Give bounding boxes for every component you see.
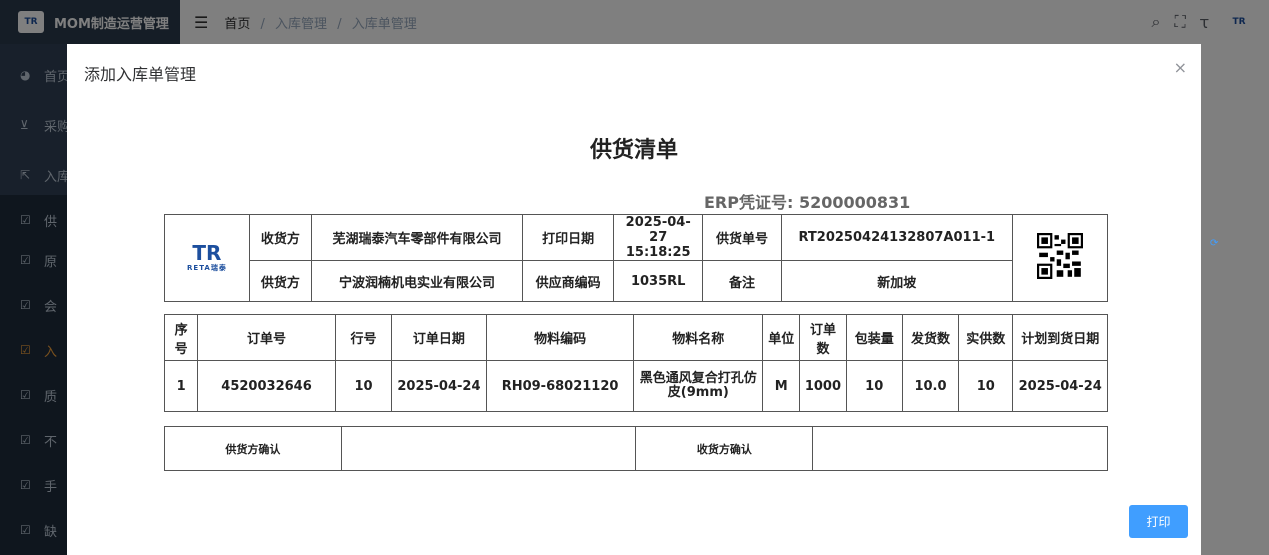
remark-value: 新加坡 (780, 260, 1013, 302)
supplier-confirm-label: 供货方确认 (164, 426, 342, 471)
cell-plan-date: 2025-04-24 (1012, 360, 1108, 412)
remark-label: 备注 (702, 260, 782, 302)
col-header: 订单数 (799, 314, 847, 361)
cell-material-name: 黑色通风复合打孔仿皮(9mm) (633, 360, 764, 412)
col-header: 计划到货日期 (1012, 314, 1108, 361)
qr-code-icon (1036, 233, 1083, 279)
col-header: 包装量 (845, 314, 903, 361)
print-date-value: 2025-04-27 15:18:25 (613, 214, 704, 261)
supplier-value: 宁波润楠机电实业有限公司 (310, 260, 524, 302)
dialog-title: 添加入库单管理 (84, 65, 197, 84)
cell-line-no: 10 (334, 360, 393, 412)
cell-order-qty: 1000 (799, 360, 847, 412)
cell-order-no: 4520032646 (197, 360, 336, 412)
receiver-value: 芜湖瑞泰汽车零部件有限公司 (310, 214, 524, 261)
table-row: 1 4520032646 10 2025-04-24 RH09-68021120… (163, 360, 1108, 412)
col-header: 订单号 (197, 314, 336, 361)
qr-code (1011, 214, 1109, 302)
col-header: 序号 (163, 314, 199, 361)
col-header: 实供数 (958, 314, 1014, 361)
add-inbound-dialog: 添加入库单管理 × 供货清单 ERP凭证号: 5200000831 TR RET… (67, 44, 1201, 555)
print-date-label: 打印日期 (522, 214, 615, 261)
supply-header-table: TR RETA瑞泰 收货方 芜湖瑞泰汽车零部件有限公司 打印日期 2025-04… (164, 214, 1109, 302)
company-logo: TR RETA瑞泰 (164, 214, 250, 302)
table-header-row: 序号 订单号 行号 订单日期 物料编码 物料名称 单位 订单数 包装量 发货数 … (163, 314, 1108, 361)
receiver-confirm-signature (812, 426, 1108, 471)
cell-ship-qty: 10.0 (901, 360, 960, 412)
supplier-code-label: 供应商编码 (522, 260, 615, 302)
supply-no-value: RT20250424132807A011-1 (780, 214, 1013, 261)
cell-pack-qty: 10 (845, 360, 903, 412)
cell-unit: M (762, 360, 801, 412)
print-button[interactable]: 打印 (1129, 505, 1188, 538)
supplier-confirm-signature (340, 426, 637, 471)
receiver-confirm-label: 收货方确认 (635, 426, 814, 471)
cell-material-code: RH09-68021120 (485, 360, 635, 412)
col-header: 行号 (334, 314, 393, 361)
supplier-code-value: 1035RL (613, 260, 704, 302)
receiver-label: 收货方 (248, 214, 312, 261)
confirmation-table: 供货方确认 收货方确认 (164, 426, 1108, 471)
col-header: 订单日期 (391, 314, 487, 361)
close-icon[interactable]: × (1174, 58, 1187, 77)
supply-items-table: 序号 订单号 行号 订单日期 物料编码 物料名称 单位 订单数 包装量 发货数 … (163, 314, 1108, 412)
col-header: 单位 (762, 314, 801, 361)
cell-actual-qty: 10 (958, 360, 1014, 412)
col-header: 物料编码 (485, 314, 635, 361)
supplier-label: 供货方 (248, 260, 312, 302)
col-header: 物料名称 (633, 314, 764, 361)
col-header: 发货数 (901, 314, 960, 361)
refresh-icon[interactable]: ⟳ (1210, 238, 1218, 249)
supply-no-label: 供货单号 (702, 214, 782, 261)
erp-voucher-number: ERP凭证号: 5200000831 (704, 193, 911, 212)
document-title: 供货清单 (589, 138, 678, 163)
cell-index: 1 (163, 360, 199, 412)
cell-order-date: 2025-04-24 (391, 360, 487, 412)
